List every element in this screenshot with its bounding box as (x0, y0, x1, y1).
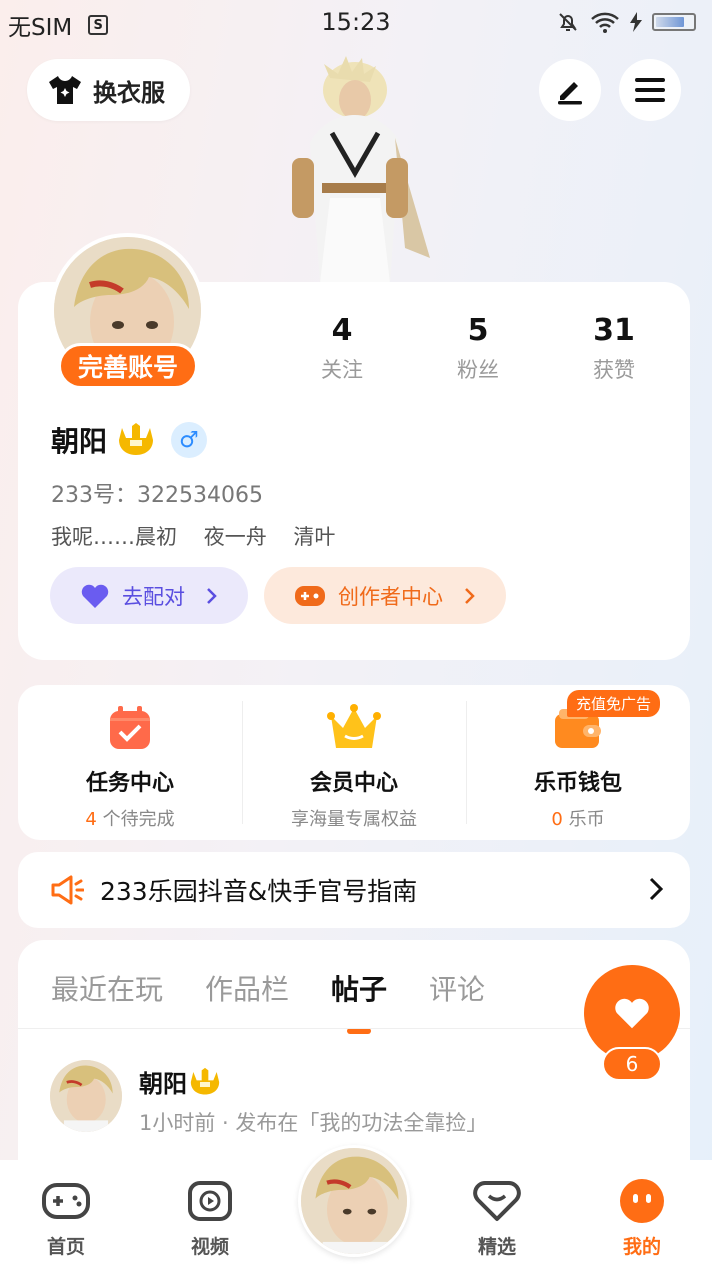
recharge-badge[interactable]: 充值免广告 (566, 690, 660, 717)
stat-label: 关注 (321, 358, 363, 382)
menu-button[interactable] (619, 59, 681, 121)
heart-icon (615, 998, 649, 1029)
mute-bell-icon (559, 13, 577, 31)
complete-account-button[interactable]: 完善账号 (58, 343, 198, 389)
post-author-name: 朝阳 (139, 1070, 187, 1098)
heart-icon (81, 584, 109, 608)
hamburger-menu-icon (635, 78, 665, 102)
avatar-portrait-image (50, 1060, 122, 1132)
stat-likes[interactable]: 31 获赞 (546, 313, 682, 384)
megaphone-icon (51, 875, 84, 905)
status-bar: 无SIM S 15:23 (0, 0, 712, 46)
match-button[interactable]: 去配对 (50, 567, 248, 624)
status-right (556, 10, 696, 34)
nav-label: 首页 (46, 1236, 85, 1258)
wallet[interactable]: 充值免广告 乐币钱包 0 乐币 (466, 685, 690, 840)
chevron-right-icon (207, 587, 217, 604)
avatar-character-image[interactable] (270, 48, 440, 283)
stat-value: 5 (467, 313, 489, 348)
stat-value: 31 (593, 313, 635, 348)
stat-label: 粉丝 (457, 358, 499, 382)
wardrobe-button[interactable]: 换衣服 (27, 59, 190, 121)
nav-label: 视频 (190, 1236, 229, 1258)
service-title: 乐币钱包 (533, 771, 622, 796)
tshirt-icon (49, 76, 81, 104)
vip-center[interactable]: 会员中心 享海量专属权益 (242, 685, 466, 840)
post-meta: 1小时前 · 发布在「我的功法全靠捡」 (139, 1111, 488, 1135)
stat-value: 4 (331, 313, 353, 348)
announcement-banner[interactable]: 233乐园抖音&快手官号指南 (18, 852, 690, 928)
chevron-right-icon (465, 587, 475, 604)
wardrobe-label: 换衣服 (93, 78, 165, 107)
charging-icon (630, 12, 642, 32)
nav-video[interactable]: 视频 (165, 1178, 255, 1259)
crown-icon (327, 704, 381, 748)
post-author-row[interactable]: 朝阳 (139, 1064, 221, 1099)
announcement-text: 233乐园抖音&快手官号指南 (100, 877, 418, 906)
profile-face-icon (620, 1179, 664, 1223)
wifi-icon (591, 12, 619, 33)
gender-male-icon: ♂ (171, 422, 208, 458)
profile-stats: 4 关注 5 粉丝 31 获赞 (274, 313, 684, 384)
user-bio: 我呢……晨初 夜一舟 清叶 (51, 525, 336, 549)
creator-center-button[interactable]: 创作者中心 (264, 567, 506, 624)
stat-followers[interactable]: 5 粉丝 (410, 313, 546, 384)
task-center[interactable]: 任务中心 4 个待完成 (18, 685, 242, 840)
gamepad-icon (295, 585, 325, 606)
tab-recently-played[interactable]: 最近在玩 (51, 968, 163, 1008)
nav-featured[interactable]: 精选 (452, 1178, 542, 1259)
tab-comments[interactable]: 评论 (429, 968, 485, 1008)
battery-icon (652, 13, 696, 31)
nav-home[interactable]: 首页 (21, 1178, 111, 1259)
service-title: 会员中心 (309, 771, 398, 796)
service-subtitle: 4 个待完成 (85, 809, 175, 830)
post-author-avatar[interactable] (50, 1060, 122, 1132)
nav-me[interactable]: 我的 (597, 1178, 687, 1259)
chevron-right-icon (649, 877, 664, 901)
tab-works[interactable]: 作品栏 (205, 968, 289, 1008)
user-id: 233号：322534065 (51, 483, 263, 508)
nav-label: 我的 (622, 1236, 661, 1258)
like-count-badge: 6 (602, 1047, 662, 1081)
calendar-check-icon (110, 706, 150, 749)
service-title: 任务中心 (85, 771, 174, 796)
video-play-icon (188, 1181, 232, 1221)
trident-badge-icon (119, 423, 154, 455)
creator-label: 创作者中心 (338, 584, 443, 609)
gamepad-icon (42, 1183, 90, 1219)
stat-label: 获赞 (593, 358, 635, 382)
content-tabs: 最近在玩 作品栏 帖子 评论 (51, 968, 485, 1008)
service-subtitle: 享海量专属权益 (291, 809, 417, 830)
tab-posts[interactable]: 帖子 (331, 968, 387, 1008)
username-row: 朝阳 ♂ (51, 420, 208, 460)
service-subtitle: 0 乐币 (551, 809, 605, 830)
featured-heart-icon (473, 1181, 521, 1221)
stat-following[interactable]: 4 关注 (274, 313, 410, 384)
edit-profile-button[interactable] (539, 59, 601, 121)
pen-icon (558, 82, 582, 105)
nav-label: 精选 (477, 1236, 516, 1258)
nav-center-avatar[interactable] (298, 1145, 410, 1257)
match-label: 去配对 (122, 584, 185, 609)
trident-badge-icon (190, 1067, 220, 1094)
username: 朝阳 (51, 425, 108, 458)
services-card: 任务中心 4 个待完成 会员中心 享海量专属权益 充值免广告 乐币钱包 0 乐币 (18, 685, 690, 840)
